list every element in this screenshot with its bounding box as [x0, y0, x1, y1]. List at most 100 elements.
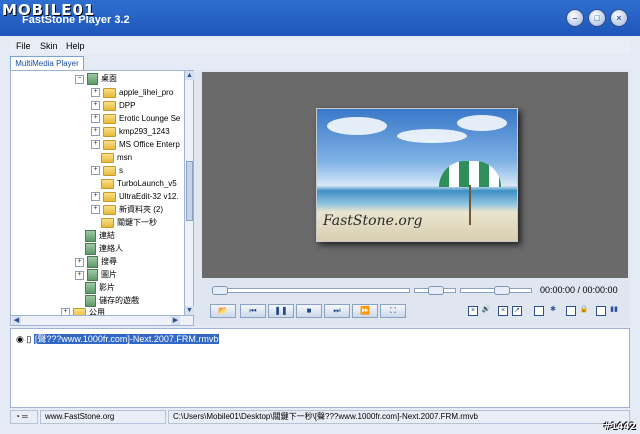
- expand-icon[interactable]: +: [75, 257, 84, 267]
- tree-item[interactable]: msn: [101, 152, 132, 164]
- contacts-icon: [85, 243, 96, 255]
- cloud-shape: [397, 129, 467, 143]
- tab-strip: MultiMedia Player: [10, 56, 630, 70]
- seek-bar[interactable]: [212, 288, 410, 293]
- scroll-down-icon[interactable]: ▼: [185, 306, 194, 315]
- tree-item[interactable]: + 新資料夾 (2): [91, 204, 163, 216]
- folder-icon: [101, 217, 114, 228]
- cloud-shape: [327, 117, 387, 135]
- folder-icon: [103, 204, 116, 215]
- folder-icon: [103, 100, 116, 111]
- eye-icon: ◔ ═: [10, 410, 38, 424]
- tree-item[interactable]: TurboLaunch_v5: [101, 178, 177, 190]
- video-thumbnail: FastStone.org: [316, 108, 518, 242]
- menu-bar: File Skin Help: [10, 38, 630, 54]
- speaker-icon: 🔊: [481, 306, 491, 313]
- menu-skin[interactable]: Skin: [40, 41, 58, 51]
- folder-open-icon: 📂: [218, 306, 228, 315]
- forward-button[interactable]: ⏩: [352, 304, 378, 318]
- shuffle-checkbox[interactable]: ×: [498, 306, 508, 316]
- desktop-icon: [87, 73, 98, 85]
- tree-item[interactable]: + apple_lihei_pro: [91, 87, 173, 99]
- tree-item[interactable]: 儲存的遊戲: [85, 295, 139, 307]
- tree-item[interactable]: 連結: [85, 230, 115, 242]
- next-button[interactable]: ⏭: [324, 304, 350, 318]
- menu-file[interactable]: File: [16, 41, 31, 51]
- folder-tree: − 桌面 + apple_lihei_pro + DPP + Erotic Lounge…: [10, 70, 194, 316]
- videos-icon: [85, 282, 96, 294]
- minimize-icon: –: [572, 13, 578, 23]
- disc-icon: ◉: [16, 334, 24, 344]
- expand-icon[interactable]: +: [91, 140, 100, 150]
- search-icon: [87, 256, 98, 268]
- volume-knob[interactable]: [493, 286, 510, 295]
- scroll-left-icon[interactable]: ◀: [12, 316, 21, 325]
- collapse-icon[interactable]: −: [75, 74, 84, 84]
- scroll-thumb[interactable]: [186, 161, 193, 221]
- folder-icon: [101, 178, 114, 189]
- expand-icon[interactable]: +: [91, 114, 100, 124]
- folder-icon: [103, 87, 116, 98]
- tree-vertical-scrollbar[interactable]: ▲ ▼: [184, 70, 194, 316]
- link-icon[interactable]: ↗: [512, 306, 522, 316]
- expand-icon[interactable]: +: [91, 192, 100, 202]
- seek-knob[interactable]: [212, 286, 228, 295]
- cloud-shape: [457, 115, 507, 131]
- close-button[interactable]: ×: [610, 9, 628, 27]
- expand-icon[interactable]: +: [91, 127, 100, 137]
- visualizer-checkbox[interactable]: [596, 306, 606, 316]
- tab-multimedia-player[interactable]: MultiMedia Player: [10, 56, 84, 70]
- folder-icon: [103, 139, 116, 150]
- forward-icon: ⏩: [360, 306, 370, 315]
- balance-knob[interactable]: [428, 286, 444, 295]
- scroll-up-icon[interactable]: ▲: [185, 71, 194, 80]
- tree-item[interactable]: + UltraEdit-32 v12.: [91, 191, 179, 203]
- playlist-item[interactable]: ◉ ▯ [聲???www.1000fr.com]-Next.2007.FRM.r…: [16, 332, 220, 345]
- tree-item[interactable]: 關鍵下一秒: [101, 217, 157, 229]
- open-button[interactable]: 📂: [210, 304, 236, 318]
- expand-icon[interactable]: +: [91, 166, 100, 176]
- expand-icon[interactable]: +: [91, 205, 100, 215]
- stop-button[interactable]: ■: [296, 304, 322, 318]
- tree-item[interactable]: + s: [91, 165, 123, 177]
- stop-icon: ■: [306, 306, 312, 315]
- previous-button[interactable]: ⏮: [240, 304, 266, 318]
- tree-item[interactable]: + DPP: [91, 100, 135, 112]
- pictures-icon: [87, 269, 98, 281]
- next-icon: ⏭: [333, 306, 341, 315]
- mute-checkbox[interactable]: ×: [468, 306, 478, 316]
- scroll-right-icon[interactable]: ▶: [171, 316, 180, 325]
- bug-icon: ✱: [550, 306, 556, 313]
- tree-item[interactable]: + kmp293_1243: [91, 126, 170, 138]
- status-path: C:\Users\Mobile01\Desktop\關鍵下一秒\[聲???www…: [168, 410, 630, 424]
- maximize-button[interactable]: □: [588, 9, 606, 27]
- repeat-checkbox[interactable]: [534, 306, 544, 316]
- saved-games-icon: [85, 295, 96, 307]
- tree-item[interactable]: + 搜尋: [75, 256, 117, 268]
- close-icon: ×: [616, 13, 622, 23]
- tree-item[interactable]: + 圖片: [75, 269, 117, 281]
- expand-icon[interactable]: +: [75, 270, 84, 280]
- pause-button[interactable]: ❚❚: [268, 304, 294, 318]
- previous-icon: ⏮: [249, 306, 257, 315]
- expand-icon[interactable]: +: [91, 88, 100, 98]
- links-icon: [85, 230, 96, 242]
- menu-help[interactable]: Help: [66, 41, 85, 51]
- minimize-button[interactable]: –: [566, 9, 584, 27]
- tree-item[interactable]: + MS Office Enterp: [91, 139, 180, 151]
- lock-icon: 🔒: [579, 306, 589, 313]
- tree-item[interactable]: 影片: [85, 282, 115, 294]
- tree-item[interactable]: + Erotic Lounge Se: [91, 113, 180, 125]
- tree-horizontal-scrollbar[interactable]: ◀ ▶: [10, 315, 194, 326]
- fullscreen-button[interactable]: ⛶: [380, 304, 406, 318]
- time-display: 00:00:00 / 00:00:00: [540, 285, 618, 295]
- folder-icon: [103, 165, 116, 176]
- expand-icon[interactable]: +: [91, 101, 100, 111]
- pause-icon: ❚❚: [274, 306, 288, 315]
- tree-item[interactable]: 連絡人: [85, 243, 123, 255]
- lock-checkbox[interactable]: [566, 306, 576, 316]
- umbrella-pole: [469, 185, 471, 225]
- tree-item-desktop[interactable]: − 桌面: [75, 73, 117, 85]
- umbrella-shape: [439, 161, 501, 187]
- fullscreen-icon: ⛶: [390, 306, 396, 315]
